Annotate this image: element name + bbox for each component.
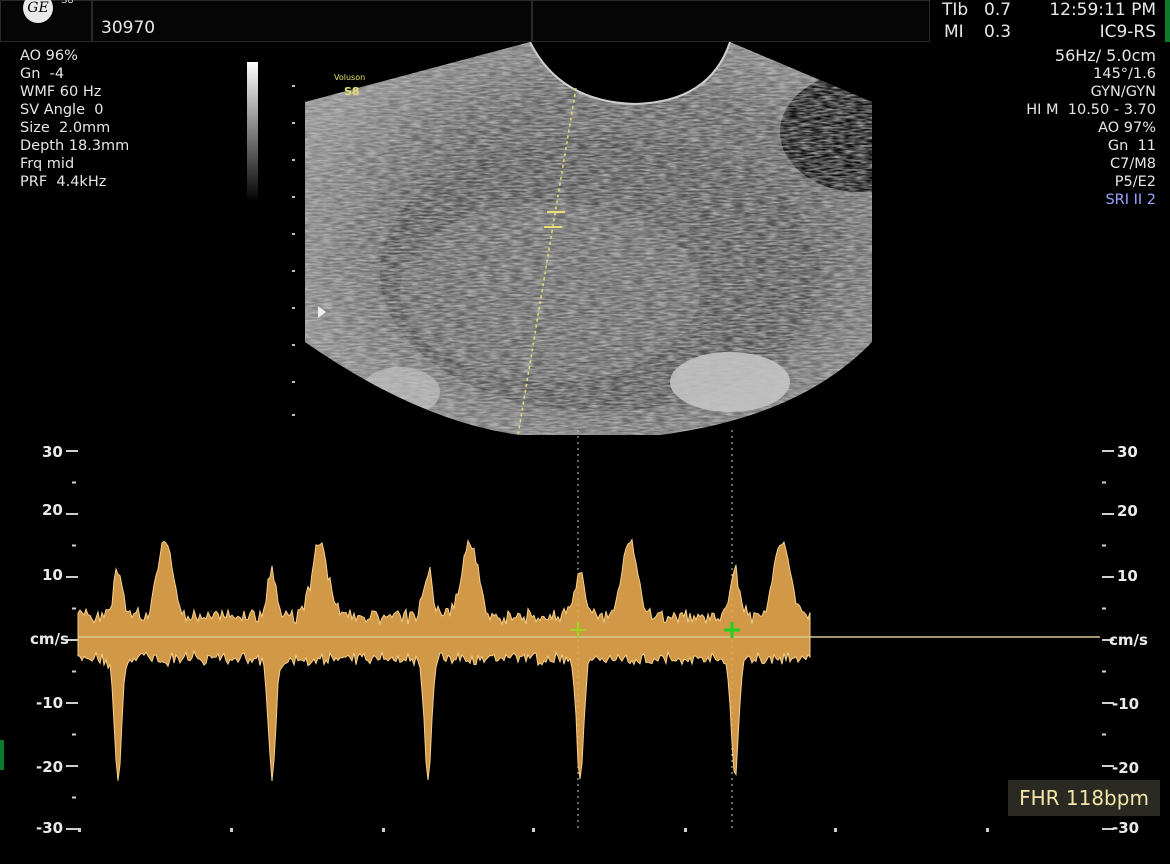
scale-right-minus20: -20: [1112, 759, 1140, 777]
param-gain: Gn -4: [20, 66, 65, 82]
mi-value: 0.3: [984, 22, 1012, 42]
param-sv-angle: SV Angle 0: [20, 102, 104, 118]
probe-name: IC9-RS: [1099, 22, 1156, 42]
scale-left-minus10: -10: [36, 694, 64, 712]
param-harmonic: HI M 10.50 - 3.70: [1026, 102, 1156, 118]
scale-tick: [72, 733, 76, 736]
left-param-panel: AO 96% Gn -4 WMF 60 Hz SV Angle 0 Size 2…: [20, 47, 129, 191]
param-cm: C7/M8: [1110, 156, 1156, 172]
image-label-2: S8: [344, 85, 360, 98]
scale-right-30: 30: [1117, 443, 1138, 461]
time-tick: [532, 828, 535, 832]
time-tick: [684, 828, 687, 832]
scale-tick: [1102, 607, 1106, 610]
probe-label: S8: [61, 0, 74, 6]
scale-tick: [66, 576, 78, 578]
depth-ruler: [292, 85, 295, 416]
scale-tick: [66, 702, 78, 704]
scale-right-minus10: -10: [1112, 695, 1140, 713]
scale-left-minus30: -30: [36, 819, 64, 837]
scale-tick: [66, 513, 78, 515]
param-depth: Depth 18.3mm: [20, 138, 130, 154]
spectral-waveform: [77, 538, 811, 781]
scale-tick: [66, 765, 78, 767]
param-ao: AO 96%: [20, 48, 78, 64]
green-edge-left: [0, 740, 4, 770]
param-angle: 145°/1.6: [1093, 66, 1156, 82]
mi-label: MI: [944, 22, 964, 42]
scale-tick: [66, 450, 78, 452]
right-param-panel: 56Hz/ 5.0cm 145°/1.6 GYN/GYN HI M 10.50 …: [956, 47, 1156, 209]
time-tick: [230, 828, 233, 832]
param-wmf: WMF 60 Hz: [20, 84, 102, 100]
ge-logo-icon: GE: [23, 0, 53, 23]
fhr-readout: FHR 118bpm: [1008, 780, 1160, 816]
tib-value: 0.7: [984, 0, 1012, 20]
scale-left-minus20: -20: [36, 758, 64, 776]
scale-tick: [72, 544, 76, 547]
param-pe: P5/E2: [1114, 174, 1156, 190]
tib-label: TIb: [942, 0, 969, 20]
grayscale-bar: [247, 62, 258, 202]
scale-tick: [1102, 576, 1114, 578]
logo-cell: GE S8: [0, 0, 92, 42]
scale-tick: [72, 796, 76, 799]
scale-tick: [1102, 513, 1114, 515]
scale-tick: [66, 828, 78, 830]
param-frame-rate: 56Hz/ 5.0cm: [1054, 46, 1156, 65]
param-preset: GYN/GYN: [1090, 84, 1156, 100]
time-tick: [986, 828, 989, 832]
patient-cell: 30970: [92, 0, 532, 42]
scale-tick: [1102, 544, 1106, 547]
image-label-1: Voluson: [334, 73, 366, 82]
scale-tick: [1102, 481, 1106, 484]
scale-left-10: 10: [42, 566, 63, 584]
patient-id: 30970: [101, 18, 156, 38]
bmode-image: [305, 42, 872, 436]
param-size: Size 2.0mm: [20, 120, 111, 136]
param-sri: SRI II 2: [1105, 192, 1156, 208]
param-gain-right: Gn 11: [1107, 138, 1156, 154]
scale-tick: [1102, 450, 1114, 452]
scale-right-20: 20: [1117, 502, 1138, 520]
scale-left-20: 20: [42, 501, 63, 519]
top-bar: GE S8 30970 TIb 0.7 MI 0.3 12:59:11 PM I…: [0, 0, 1170, 42]
time-tick: [382, 828, 385, 832]
scale-right-10: 10: [1117, 567, 1138, 585]
scale-tick: [1102, 733, 1106, 736]
scale-left-unit: cm/s: [30, 630, 69, 648]
scale-tick: [72, 481, 76, 484]
scale-right-unit: cm/s: [1109, 631, 1148, 649]
param-prf: PRF 4.4kHz: [20, 174, 107, 190]
param-frq: Frq mid: [20, 156, 75, 172]
scale-tick: [72, 670, 76, 673]
doppler-spectrum: [66, 430, 1114, 832]
green-edge: [1165, 0, 1170, 42]
time-tick: [834, 828, 837, 832]
clock: 12:59:11 PM: [1049, 0, 1156, 20]
scale-tick: [1102, 670, 1106, 673]
info-cell: [532, 0, 930, 42]
spectral-edge: [77, 538, 811, 781]
scale-tick: [72, 607, 76, 610]
time-tick: [78, 828, 81, 832]
scale-left-30: 30: [42, 443, 63, 461]
param-ao-right: AO 97%: [1098, 120, 1156, 136]
scale-right-minus30: -30: [1112, 819, 1140, 837]
